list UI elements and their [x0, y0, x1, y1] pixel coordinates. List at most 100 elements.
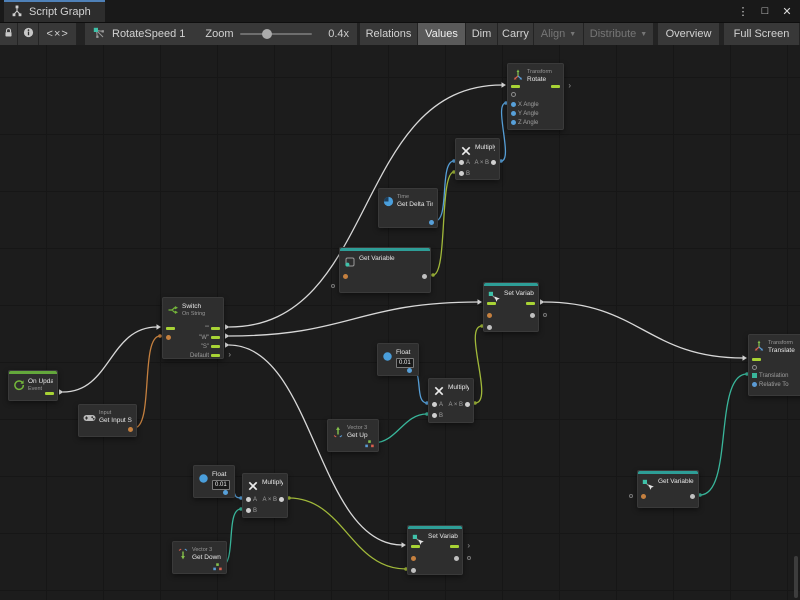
- port-value[interactable]: X Angle: [511, 101, 539, 108]
- node-title: Get Input String: [99, 417, 132, 425]
- node-translate[interactable]: TransformTranslateTranslationRelative To: [748, 334, 800, 396]
- port-value[interactable]: [422, 273, 427, 280]
- port-flow[interactable]: [45, 390, 54, 397]
- port-value[interactable]: A: [246, 496, 257, 503]
- value-port-icon: [752, 382, 757, 387]
- port-value[interactable]: A: [459, 159, 470, 166]
- port-value[interactable]: [407, 367, 412, 374]
- zoom-slider[interactable]: [240, 33, 313, 35]
- port-value[interactable]: A × B: [474, 159, 496, 166]
- code-view-button[interactable]: <×>: [39, 23, 77, 45]
- port-value[interactable]: [166, 334, 171, 341]
- node-get-down[interactable]: Vector 3Get Down: [172, 541, 227, 574]
- node-color-strip: [638, 471, 698, 474]
- port-flow[interactable]: "S": [201, 343, 220, 350]
- port-flow[interactable]: [450, 543, 459, 550]
- port-value[interactable]: [690, 493, 695, 500]
- node-title: Set Variable: [504, 290, 534, 298]
- flow-port-icon: [45, 392, 54, 396]
- port-flow[interactable]: [411, 543, 420, 550]
- value-port-icon: [411, 568, 416, 573]
- node-float-top[interactable]: Float0.01: [377, 343, 419, 376]
- port-value[interactable]: [511, 91, 516, 98]
- node-multiply-bottom[interactable]: MultiplyAA × BB: [242, 473, 288, 518]
- graph-ref-label[interactable]: RotateSpeed 1: [112, 28, 185, 40]
- port-flow[interactable]: [551, 83, 560, 90]
- node-get-input-string[interactable]: InputGet Input String: [78, 404, 137, 437]
- port-value[interactable]: A: [432, 401, 443, 408]
- port-value[interactable]: A × B: [262, 496, 284, 503]
- value-port-icon: [246, 497, 251, 502]
- relations-button[interactable]: Relations: [360, 23, 418, 45]
- value-port-icon: [459, 160, 464, 165]
- port-value[interactable]: B: [246, 507, 257, 514]
- graph-canvas[interactable]: On UpdateEventInputGet Input StringSwitc…: [0, 45, 800, 600]
- node-header: Get Variable: [638, 471, 698, 496]
- port-value[interactable]: [487, 324, 492, 331]
- node-get-up[interactable]: Vector 3Get Up: [327, 419, 379, 452]
- port-value[interactable]: B: [432, 412, 443, 419]
- maximize-icon[interactable]: □: [756, 2, 774, 20]
- port-value[interactable]: [641, 493, 646, 500]
- node-set-variable-mid[interactable]: Set Variable: [483, 282, 539, 332]
- port-value[interactable]: [454, 555, 459, 562]
- value-port-icon: [487, 313, 492, 318]
- node-get-delta-time[interactable]: TimeGet Delta Time: [378, 188, 438, 228]
- vertical-scrollbar[interactable]: [794, 556, 798, 598]
- port-flow[interactable]: [526, 300, 535, 307]
- node-set-variable-bottom[interactable]: Set Variable›: [407, 525, 463, 575]
- info-button[interactable]: [18, 23, 39, 45]
- port-value[interactable]: [343, 273, 348, 280]
- vector3-port-icon: [365, 440, 374, 450]
- node-titles: Multiply: [448, 384, 469, 392]
- port-value[interactable]: B: [459, 170, 470, 177]
- port-value[interactable]: [752, 364, 757, 371]
- values-button[interactable]: Values: [418, 23, 466, 45]
- tab-script-graph[interactable]: Script Graph: [4, 0, 105, 22]
- port-value[interactable]: [530, 312, 535, 319]
- close-icon[interactable]: ✕: [778, 2, 796, 20]
- node-on-update[interactable]: On UpdateEvent: [8, 370, 58, 401]
- node-multiply-mid[interactable]: Multiply A A × B B: [428, 378, 474, 423]
- port-flow[interactable]: Default: [190, 352, 220, 359]
- node-multiply-top[interactable]: MultiplyAA × BB: [455, 138, 500, 180]
- port-value[interactable]: [429, 219, 434, 226]
- align-label: Align: [541, 28, 565, 40]
- overview-button[interactable]: Overview: [658, 23, 720, 45]
- port-flow[interactable]: [752, 356, 761, 363]
- full-screen-button[interactable]: Full Screen: [724, 23, 800, 45]
- node-float-bottom[interactable]: Float0.01: [193, 465, 235, 498]
- zoom-slider-handle[interactable]: [262, 29, 272, 39]
- port-label: Translation: [759, 373, 788, 379]
- port-value[interactable]: [128, 426, 133, 433]
- node-get-variable-rotatespeed[interactable]: Get Variable: [339, 247, 431, 293]
- port-value[interactable]: [365, 441, 374, 448]
- lock-button[interactable]: [0, 23, 18, 45]
- value-port-icon: [465, 402, 470, 407]
- node-switch-on-string[interactable]: SwitchOn String"""W""S"Default›: [162, 297, 224, 359]
- dim-button[interactable]: Dim: [466, 23, 498, 45]
- port-flow[interactable]: "W": [199, 334, 220, 341]
- port-flow[interactable]: [511, 83, 520, 90]
- port-flow[interactable]: [166, 325, 175, 332]
- menu-icon[interactable]: ⋮: [734, 2, 752, 20]
- port-value[interactable]: Y Angle: [511, 110, 539, 117]
- graph-icon: [11, 5, 23, 20]
- port-value[interactable]: [411, 555, 416, 562]
- port-flow[interactable]: [487, 300, 496, 307]
- port-value[interactable]: Translation: [752, 372, 788, 379]
- port-value[interactable]: [487, 312, 492, 319]
- node-get-variable-right[interactable]: Get Variable: [637, 470, 699, 508]
- port-value[interactable]: A × B: [448, 401, 470, 408]
- node-titles: Vector 3Get Up: [347, 425, 368, 439]
- port-value[interactable]: [411, 567, 416, 574]
- port-value[interactable]: [213, 564, 222, 571]
- carry-button[interactable]: Carry: [498, 23, 534, 45]
- port-value[interactable]: [223, 489, 228, 496]
- port-label: "S": [201, 344, 209, 350]
- port-value[interactable]: Relative To: [752, 381, 789, 388]
- port-value[interactable]: Z Angle: [511, 119, 538, 126]
- node-rotate[interactable]: TransformRotate›X AngleY AngleZ Angle: [507, 63, 564, 130]
- port-flow[interactable]: "": [205, 325, 220, 332]
- node-header: Float0.01: [194, 466, 234, 490]
